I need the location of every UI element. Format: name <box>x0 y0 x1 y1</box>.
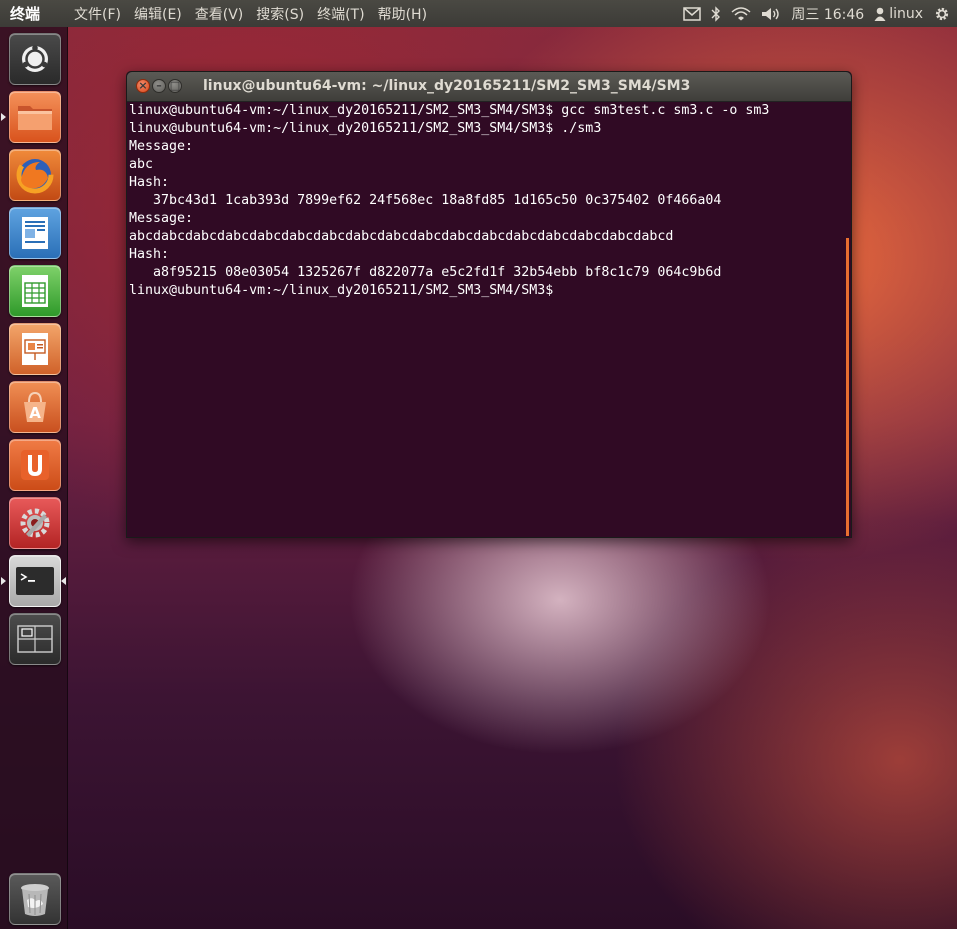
terminal-icon <box>16 567 54 595</box>
close-icon: × <box>138 79 148 92</box>
maximize-icon: □ <box>169 79 181 92</box>
menu-search[interactable]: 搜索(S) <box>256 4 304 24</box>
launcher-pip <box>1 113 6 121</box>
terminal-line: linux@ubuntu64-vm:~/linux_dy20165211/SM2… <box>129 121 602 136</box>
launcher-terminal[interactable] <box>9 555 61 607</box>
launcher-workspace-switcher[interactable] <box>9 613 61 665</box>
user-menu[interactable]: linux <box>874 6 923 22</box>
launcher: A <box>0 27 68 929</box>
svg-text:A: A <box>29 404 41 422</box>
terminal-line: Hash: <box>129 175 170 190</box>
launcher-home-folder[interactable] <box>9 91 61 143</box>
bluetooth-icon[interactable] <box>711 5 721 22</box>
software-center-icon: A <box>24 391 46 422</box>
launcher-firefox[interactable] <box>9 149 61 201</box>
maximize-button[interactable]: □ <box>168 79 182 93</box>
menu-view[interactable]: 查看(V) <box>195 4 244 24</box>
ubuntu-logo-icon <box>22 45 48 72</box>
launcher-impress[interactable] <box>9 323 61 375</box>
menu-terminal[interactable]: 终端(T) <box>317 4 364 24</box>
launcher-writer[interactable] <box>9 207 61 259</box>
firefox-icon <box>16 156 54 194</box>
close-button[interactable]: × <box>136 79 150 93</box>
user-icon <box>874 7 886 21</box>
terminal-line: Message: <box>129 139 194 154</box>
terminal-scrollbar[interactable] <box>846 238 849 536</box>
terminal-line: 37bc43d1 1cab393d 7899ef62 24f568ec 18a8… <box>129 193 722 208</box>
minimize-button[interactable]: – <box>152 79 166 93</box>
launcher-system-settings[interactable] <box>9 497 61 549</box>
terminal-body[interactable]: linux@ubuntu64-vm:~/linux_dy20165211/SM2… <box>127 102 847 537</box>
gear-icon[interactable] <box>933 5 951 23</box>
terminal-line: Hash: <box>129 247 170 262</box>
folder-icon <box>18 106 52 130</box>
volume-icon[interactable] <box>761 7 781 21</box>
menu-bar: 文件(F) 编辑(E) 查看(V) 搜索(S) 终端(T) 帮助(H) <box>74 4 440 24</box>
wifi-icon[interactable] <box>731 6 751 21</box>
terminal-window[interactable]: × – □ linux@ubuntu64-vm: ~/linux_dy20165… <box>126 71 852 538</box>
title-bar[interactable]: × – □ linux@ubuntu64-vm: ~/linux_dy20165… <box>127 72 851 102</box>
window-controls: × – □ <box>136 79 184 93</box>
minimize-icon: – <box>156 79 162 92</box>
launcher-ubuntu-one[interactable] <box>9 439 61 491</box>
launcher-pip <box>1 577 6 585</box>
terminal-line: a8f95215 08e03054 1325267f d822077a e5c2… <box>129 265 722 280</box>
launcher-dash-home[interactable] <box>9 33 61 85</box>
terminal-line: abc <box>129 157 154 172</box>
workspace-icon <box>17 625 53 653</box>
calc-icon <box>22 275 48 307</box>
settings-icon <box>20 508 50 538</box>
mail-icon[interactable] <box>683 6 702 21</box>
writer-icon <box>22 217 48 249</box>
terminal-line: linux@ubuntu64-vm:~/linux_dy20165211/SM2… <box>129 283 554 298</box>
menu-edit[interactable]: 编辑(E) <box>134 4 182 24</box>
top-panel: 终端 文件(F) 编辑(E) 查看(V) 搜索(S) 终端(T) 帮助(H) 周… <box>0 0 957 27</box>
app-title: 终端 <box>10 5 41 23</box>
window-title: linux@ubuntu64-vm: ~/linux_dy20165211/SM… <box>203 78 691 94</box>
terminal-output[interactable]: linux@ubuntu64-vm:~/linux_dy20165211/SM2… <box>127 102 847 300</box>
terminal-line: linux@ubuntu64-vm:~/linux_dy20165211/SM2… <box>129 103 770 118</box>
terminal-line: abcdabcdabcdabcdabcdabcdabcdabcdabcdabcd… <box>129 229 674 244</box>
launcher-software-center[interactable]: A <box>9 381 61 433</box>
desktop-background: 终端 文件(F) 编辑(E) 查看(V) 搜索(S) 终端(T) 帮助(H) 周… <box>0 0 957 929</box>
clock-text: 周三 16:46 <box>791 6 865 23</box>
trash-icon <box>21 884 49 916</box>
ubuntu-one-icon <box>21 450 49 480</box>
impress-icon <box>22 333 48 365</box>
user-name: linux <box>889 5 923 22</box>
launcher-calc[interactable] <box>9 265 61 317</box>
terminal-line: Message: <box>129 211 194 226</box>
indicator-area: 周三 16:46 linux <box>673 0 951 27</box>
clock[interactable]: 周三 16:46 <box>791 4 864 24</box>
launcher-active-pip <box>61 577 66 585</box>
launcher-trash[interactable] <box>9 873 61 925</box>
menu-file[interactable]: 文件(F) <box>74 4 121 24</box>
menu-help[interactable]: 帮助(H) <box>378 4 427 24</box>
